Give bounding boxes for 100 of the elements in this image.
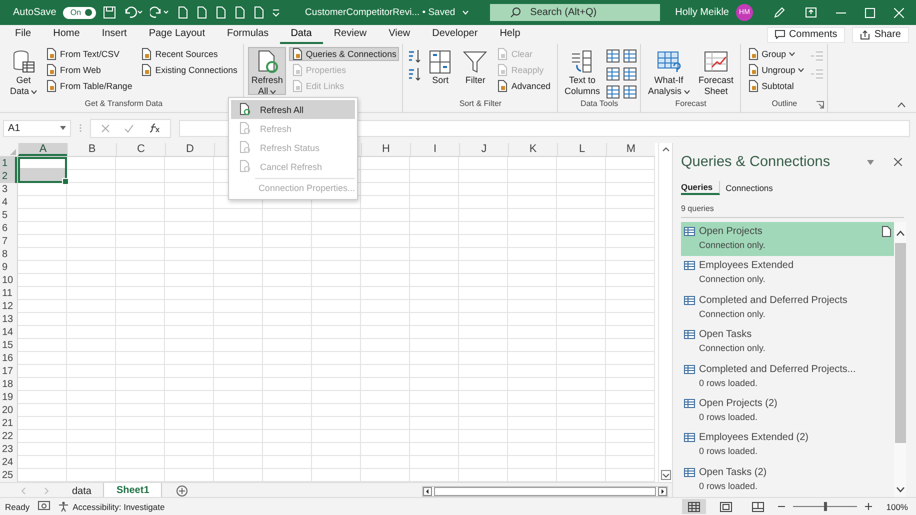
row-header[interactable]: 14 <box>0 326 17 339</box>
column-header[interactable]: B <box>67 143 116 156</box>
ribbon-button[interactable]: Refresh All <box>248 47 286 95</box>
row-header[interactable]: 4 <box>0 196 17 209</box>
row-header[interactable]: 23 <box>0 443 17 456</box>
row-header[interactable]: 16 <box>0 352 17 365</box>
column-header[interactable]: M <box>606 143 655 156</box>
query-name: Completed and Deferred Projects... <box>699 364 857 375</box>
row-header[interactable]: 9 <box>0 261 17 274</box>
row-header[interactable]: 17 <box>0 365 17 378</box>
column-header[interactable]: J <box>459 143 508 156</box>
column-header[interactable]: A <box>18 143 67 156</box>
menu-item[interactable]: Refresh All <box>231 100 355 119</box>
column-header[interactable]: H <box>361 143 410 156</box>
query-item[interactable]: Open Tasks (2) 0 rows loaded. <box>681 462 894 498</box>
query-item[interactable]: Open Tasks Connection only. <box>681 325 894 360</box>
search-field[interactable]: Search (Alt+Q) <box>490 4 660 21</box>
row-header[interactable]: 6 <box>0 222 17 235</box>
name-box[interactable]: A1 <box>3 120 71 136</box>
row-header[interactable]: 7 <box>0 235 17 248</box>
ribbon-button[interactable]: Group <box>744 47 808 61</box>
row-header[interactable]: 24 <box>0 456 17 469</box>
menu-tab[interactable]: Developer <box>421 25 489 44</box>
row-header[interactable]: 18 <box>0 378 17 391</box>
row-header[interactable]: 22 <box>0 430 17 443</box>
query-item[interactable]: Open Projects Connection only. <box>681 222 894 256</box>
row-header[interactable]: 11 <box>0 287 17 300</box>
query-name: Employees Extended (2) <box>699 432 810 444</box>
comments-button[interactable]: Comments <box>766 26 846 42</box>
column-header[interactable]: D <box>165 143 214 156</box>
row-header[interactable]: 3 <box>0 183 17 196</box>
ribbon-button[interactable]: Get Data <box>7 47 40 95</box>
ribbon-button[interactable]: Existing Connections <box>138 63 240 77</box>
row-header[interactable]: 13 <box>0 313 17 326</box>
row-header[interactable]: 1 <box>0 157 17 170</box>
ribbon-button[interactable]: From Text/CSV <box>43 47 136 61</box>
autosave-toggle[interactable]: On <box>63 6 96 18</box>
menu-tab[interactable]: File <box>4 25 42 44</box>
group-label: Forecast <box>675 99 706 110</box>
share-button[interactable]: Share <box>852 26 909 42</box>
menu-tab[interactable]: Home <box>42 25 91 44</box>
menu-tab[interactable]: Help <box>488 25 532 44</box>
panel-title: Queries & Connections <box>681 154 832 170</box>
ribbon-button[interactable]: Advanced <box>494 79 554 93</box>
query-item[interactable]: Employees Extended Connection only. <box>681 256 894 291</box>
query-item[interactable]: Open Projects (2) 0 rows loaded. <box>681 394 894 428</box>
user-name[interactable]: Holly Meikle <box>675 7 729 18</box>
menu-tab[interactable]: Page Layout <box>138 25 216 44</box>
query-item[interactable]: Employees Extended (2) 0 rows loaded. <box>681 428 894 463</box>
column-header[interactable]: I <box>410 143 459 156</box>
column-header[interactable]: K <box>508 143 557 156</box>
ribbon-button[interactable]: Filter <box>459 47 492 95</box>
menu-tab[interactable]: View <box>378 25 422 44</box>
row-header[interactable]: 21 <box>0 417 17 430</box>
ribbon-button[interactable]: Subtotal <box>744 79 808 93</box>
row-header[interactable]: 12 <box>0 300 17 313</box>
ribbon-button[interactable]: Recent Sources <box>138 47 240 61</box>
query-item[interactable]: Completed and Deferred Projects Connection only. <box>681 290 894 326</box>
row-header[interactable]: 5 <box>0 209 17 222</box>
ribbon-button[interactable]: Forecast Sheet <box>696 47 737 95</box>
row-header[interactable]: 8 <box>0 248 17 261</box>
group-label: Outline <box>772 99 798 110</box>
menu-tab[interactable]: Data <box>280 25 323 44</box>
menu-tab[interactable]: Formulas <box>216 25 280 44</box>
menu-tab[interactable]: Review <box>322 25 378 44</box>
group-label: Data Tools <box>580 99 618 110</box>
column-header[interactable]: L <box>557 143 606 156</box>
ribbon-button[interactable]: From Table/Range <box>43 79 136 93</box>
ribbon-button[interactable]: What-If Analysis <box>645 47 693 95</box>
column-header[interactable]: C <box>116 143 165 156</box>
ribbon-button[interactable]: Queries & Connections <box>288 47 400 61</box>
zoom-level[interactable]: 100% <box>886 502 908 512</box>
panel-tab[interactable]: Queries <box>681 181 720 195</box>
panel-tab[interactable]: Connections <box>726 181 779 195</box>
query-status: Connection only. <box>698 240 766 250</box>
accessibility-status[interactable]: Accessibility: Investigate <box>72 502 165 512</box>
status-text: Ready <box>5 502 30 512</box>
query-item[interactable]: Completed and Deferred Projects... 0 rows loaded. <box>681 360 894 394</box>
query-name: Open Projects (2) <box>699 398 778 409</box>
document-title[interactable]: CustomerCompetitorRevi... • Saved <box>305 7 456 18</box>
query-name: Open Projects <box>699 226 764 237</box>
ribbon-button[interactable]: Text to Columns <box>562 47 604 95</box>
row-header[interactable]: 2 <box>0 170 17 183</box>
ribbon-button[interactable]: From Web <box>43 63 136 77</box>
query-status: 0 rows loaded. <box>698 378 759 388</box>
ribbon-button[interactable]: Ungroup <box>744 63 808 77</box>
row-header[interactable]: 25 <box>0 469 17 482</box>
row-header[interactable]: 19 <box>0 391 17 404</box>
group-label: Get & Transform Data <box>84 99 163 110</box>
row-header[interactable]: 15 <box>0 339 17 352</box>
query-name: Completed and Deferred Projects <box>699 294 848 306</box>
query-status: Connection only. <box>698 343 766 354</box>
row-header[interactable]: 20 <box>0 404 17 417</box>
ribbon-button[interactable]: Sort <box>424 47 456 95</box>
query-status: 0 rows loaded. <box>698 412 759 422</box>
query-status: 0 rows loaded. <box>698 480 759 491</box>
autosave-label: AutoSave <box>13 7 56 18</box>
menu-tab[interactable]: Insert <box>90 25 138 44</box>
row-header[interactable]: 10 <box>0 274 17 287</box>
query-name: Open Tasks (2) <box>699 466 768 478</box>
